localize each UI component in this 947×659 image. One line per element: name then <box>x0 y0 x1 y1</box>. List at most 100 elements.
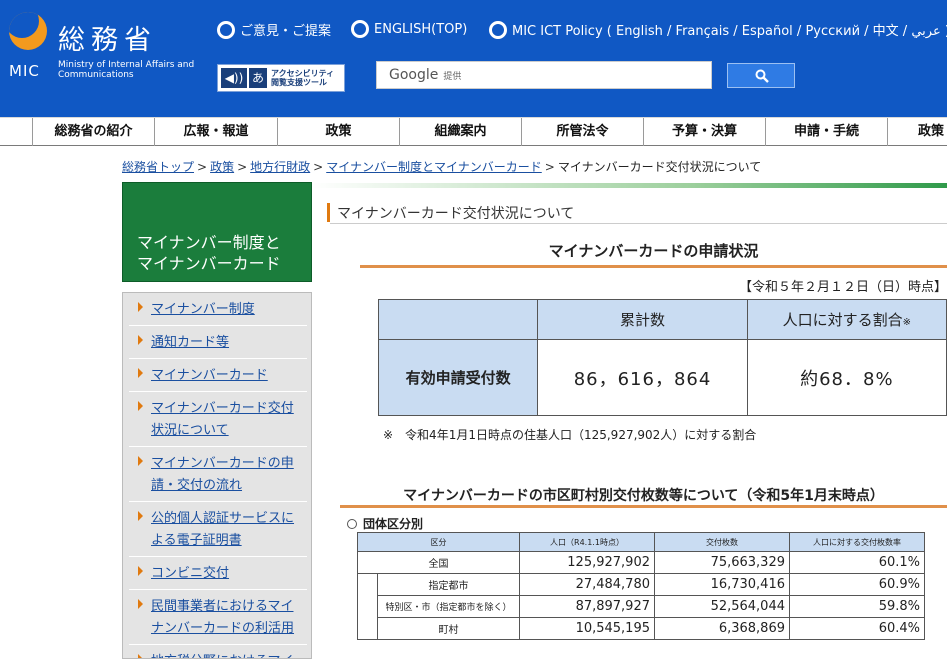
section-divider <box>360 265 947 268</box>
section-title-municipal-issuance: マイナンバーカードの市区町村別交付枚数等について（令和5年1月末時点） <box>403 488 884 504</box>
col-header-rate: 人口に対する交付枚数率 <box>789 532 925 552</box>
row-label: 指定都市 <box>377 573 520 596</box>
sidebar-item-local-tax[interactable]: 地方税分野におけるマイ <box>129 645 307 658</box>
page-title: マイナンバーカード交付状況について <box>337 206 575 222</box>
breadcrumb-link-local-finance[interactable]: 地方行財政 <box>250 160 310 174</box>
ict-policy-link[interactable]: MIC ICT Policy ( English / Français / Es… <box>489 20 947 39</box>
circle-bullet-icon <box>347 518 357 529</box>
subsection-heading: 団体区分別 <box>347 515 423 532</box>
orange-arrow-icon <box>138 566 143 576</box>
nav-item-organization[interactable]: 組織案内 <box>399 118 521 146</box>
search-provider-suffix: 提供 <box>443 71 462 82</box>
sidebar-item-label[interactable]: マイナンバー制度 <box>151 299 305 321</box>
sidebar-item-notification-card[interactable]: 通知カード等 <box>129 326 307 359</box>
col-header-population: 人口（R4.1.1時点） <box>519 532 655 552</box>
table-row: 町村 10,545,195 6,368,869 60.4% <box>358 617 925 640</box>
sidebar-item-application-flow[interactable]: マイナンバーカードの申 請・交付の流れ <box>129 447 307 502</box>
sidebar-item-line2: 状況について <box>151 423 229 438</box>
population-cell: 87,897,927 <box>519 595 655 618</box>
circle-bullet-icon <box>217 20 235 39</box>
sidebar-item-label[interactable]: 民間事業者におけるマイ ナンバーカードの利活用 <box>151 596 305 640</box>
population-note: ※ 令和4年1月1日時点の住基人口（125,927,902人）に対する割合 <box>383 428 757 442</box>
issued-cell: 75,663,329 <box>654 551 790 574</box>
title-accent-bar <box>327 203 330 222</box>
issued-cell: 52,564,044 <box>654 595 790 618</box>
sidebar-item-line2: よる電子証明書 <box>151 533 242 548</box>
sidebar-item-mynumber-card[interactable]: マイナンバーカード <box>129 359 307 392</box>
sidebar-item-label[interactable]: コンビニ交付 <box>151 563 305 585</box>
logo-kanji[interactable]: 総務省 <box>58 18 157 57</box>
sidebar-item-jpki[interactable]: 公的個人認証サービスに よる電子証明書 <box>129 502 307 557</box>
nav-item-policy[interactable]: 政策 <box>277 118 399 146</box>
sidebar-item-issuance-status[interactable]: マイナンバーカード交付 状況について <box>129 392 307 447</box>
col-header-category: 区分 <box>357 532 520 552</box>
nav-item-budget[interactable]: 予算・決算 <box>643 118 765 146</box>
indent-cell <box>357 573 378 640</box>
accessibility-tool-button[interactable]: ◀)) あ アクセシビリティ 閲覧支援ツール <box>217 64 345 92</box>
sidebar-item-line1: 公的個人認証サービスに <box>151 511 295 526</box>
population-cell: 27,484,780 <box>519 573 655 596</box>
nav-item-applications[interactable]: 申請・手続 <box>765 118 887 146</box>
col-header-ratio: 人口に対する割合※ <box>746 299 947 340</box>
sidebar-item-private-use[interactable]: 民間事業者におけるマイ ナンバーカードの利活用 <box>129 590 307 645</box>
logo-mic[interactable]: MIC <box>9 62 40 80</box>
english-top-link[interactable]: ENGLISH(TOP) <box>351 20 467 38</box>
nav-item-press[interactable]: 広報・報道 <box>154 118 277 146</box>
breadcrumb: 総務省トップ > 政策 > 地方行財政 > マイナンバー制度とマイナンバーカード > マイナンバ… <box>122 158 761 175</box>
sidebar-title-box[interactable]: マイナンバー制度と マイナンバーカード <box>122 182 312 282</box>
issued-cell: 16,730,416 <box>654 573 790 596</box>
breadcrumb-current: マイナンバーカード交付状況について <box>557 160 762 174</box>
orange-arrow-icon <box>138 302 143 312</box>
opinion-link[interactable]: ご意見・ご提案 <box>217 20 331 39</box>
nav-item-policy-more[interactable]: 政策 <box>887 118 947 146</box>
sidebar-item-label[interactable]: 公的個人認証サービスに よる電子証明書 <box>151 508 305 552</box>
section-divider <box>340 505 947 508</box>
ict-policy-link-label: MIC ICT Policy ( English / Français / Es… <box>512 24 947 39</box>
google-brand: Google <box>389 67 439 83</box>
sidebar-item-mynumber-system[interactable]: マイナンバー制度 <box>129 293 307 326</box>
row-header-valid-applications: 有効申請受付数 <box>377 339 539 416</box>
rate-cell: 60.4% <box>789 617 925 640</box>
table-row: 全国 125,927,902 75,663,329 60.1% <box>357 551 925 574</box>
table-corner-cell <box>377 299 539 340</box>
col-header-issued: 交付枚数 <box>654 532 790 552</box>
col-header-ratio-mark: ※ <box>902 317 912 328</box>
col-header-total: 累計数 <box>537 299 748 340</box>
row-label: 町村 <box>377 617 520 640</box>
breadcrumb-separator: > <box>313 160 324 174</box>
logo-english-name[interactable]: Ministry of Internal Affairs and Communi… <box>58 60 198 80</box>
rate-cell: 60.1% <box>789 551 925 574</box>
search-input[interactable]: Google 提供 <box>376 61 712 89</box>
population-cell: 125,927,902 <box>519 551 655 574</box>
total-applications-value: 86，616，864 <box>537 339 748 416</box>
sidebar-title-line2: マイナンバーカード <box>137 254 281 273</box>
population-cell: 10,545,195 <box>519 617 655 640</box>
sidebar-item-label[interactable]: マイナンバーカードの申 請・交付の流れ <box>151 453 305 497</box>
sidebar-menu: マイナンバー制度 通知カード等 マイナンバーカード マイナンバーカード交付 状況に… <box>122 292 312 659</box>
site-header: 総務省 MIC Ministry of Internal Affairs and… <box>0 0 947 117</box>
search-button[interactable] <box>727 63 795 88</box>
sidebar-item-line2: ナンバーカードの利活用 <box>151 621 295 636</box>
breadcrumb-link-mynumber[interactable]: マイナンバー制度とマイナンバーカード <box>326 160 542 174</box>
nav-item-about[interactable]: 総務省の紹介 <box>32 118 154 146</box>
orange-arrow-icon <box>138 599 143 609</box>
orange-arrow-icon <box>138 401 143 411</box>
breadcrumb-link-top[interactable]: 総務省トップ <box>122 160 194 174</box>
circle-bullet-icon <box>489 20 507 39</box>
sidebar-item-label[interactable]: マイナンバーカード交付 状況について <box>151 398 305 442</box>
section-title-application-status: マイナンバーカードの申請状況 <box>548 242 759 260</box>
sidebar-item-label[interactable]: マイナンバーカード <box>151 365 305 387</box>
population-ratio-value: 約68．8% <box>746 339 947 416</box>
sidebar-title: マイナンバー制度と マイナンバーカード <box>137 232 281 274</box>
circle-bullet-icon <box>351 20 369 38</box>
sidebar-item-label[interactable]: 地方税分野におけるマイ <box>151 651 305 658</box>
breadcrumb-link-policy[interactable]: 政策 <box>210 160 234 174</box>
row-label: 全国 <box>357 551 520 574</box>
english-top-link-label: ENGLISH(TOP) <box>374 21 468 37</box>
sidebar-item-label[interactable]: 通知カード等 <box>151 332 305 354</box>
issued-cell: 6,368,869 <box>654 617 790 640</box>
sidebar-item-convenience-store[interactable]: コンビニ交付 <box>129 557 307 590</box>
mic-logo-icon[interactable] <box>9 12 47 50</box>
nav-item-laws[interactable]: 所管法令 <box>521 118 643 146</box>
as-of-date: 【令和５年２月１２日（日）時点】 <box>738 280 947 295</box>
